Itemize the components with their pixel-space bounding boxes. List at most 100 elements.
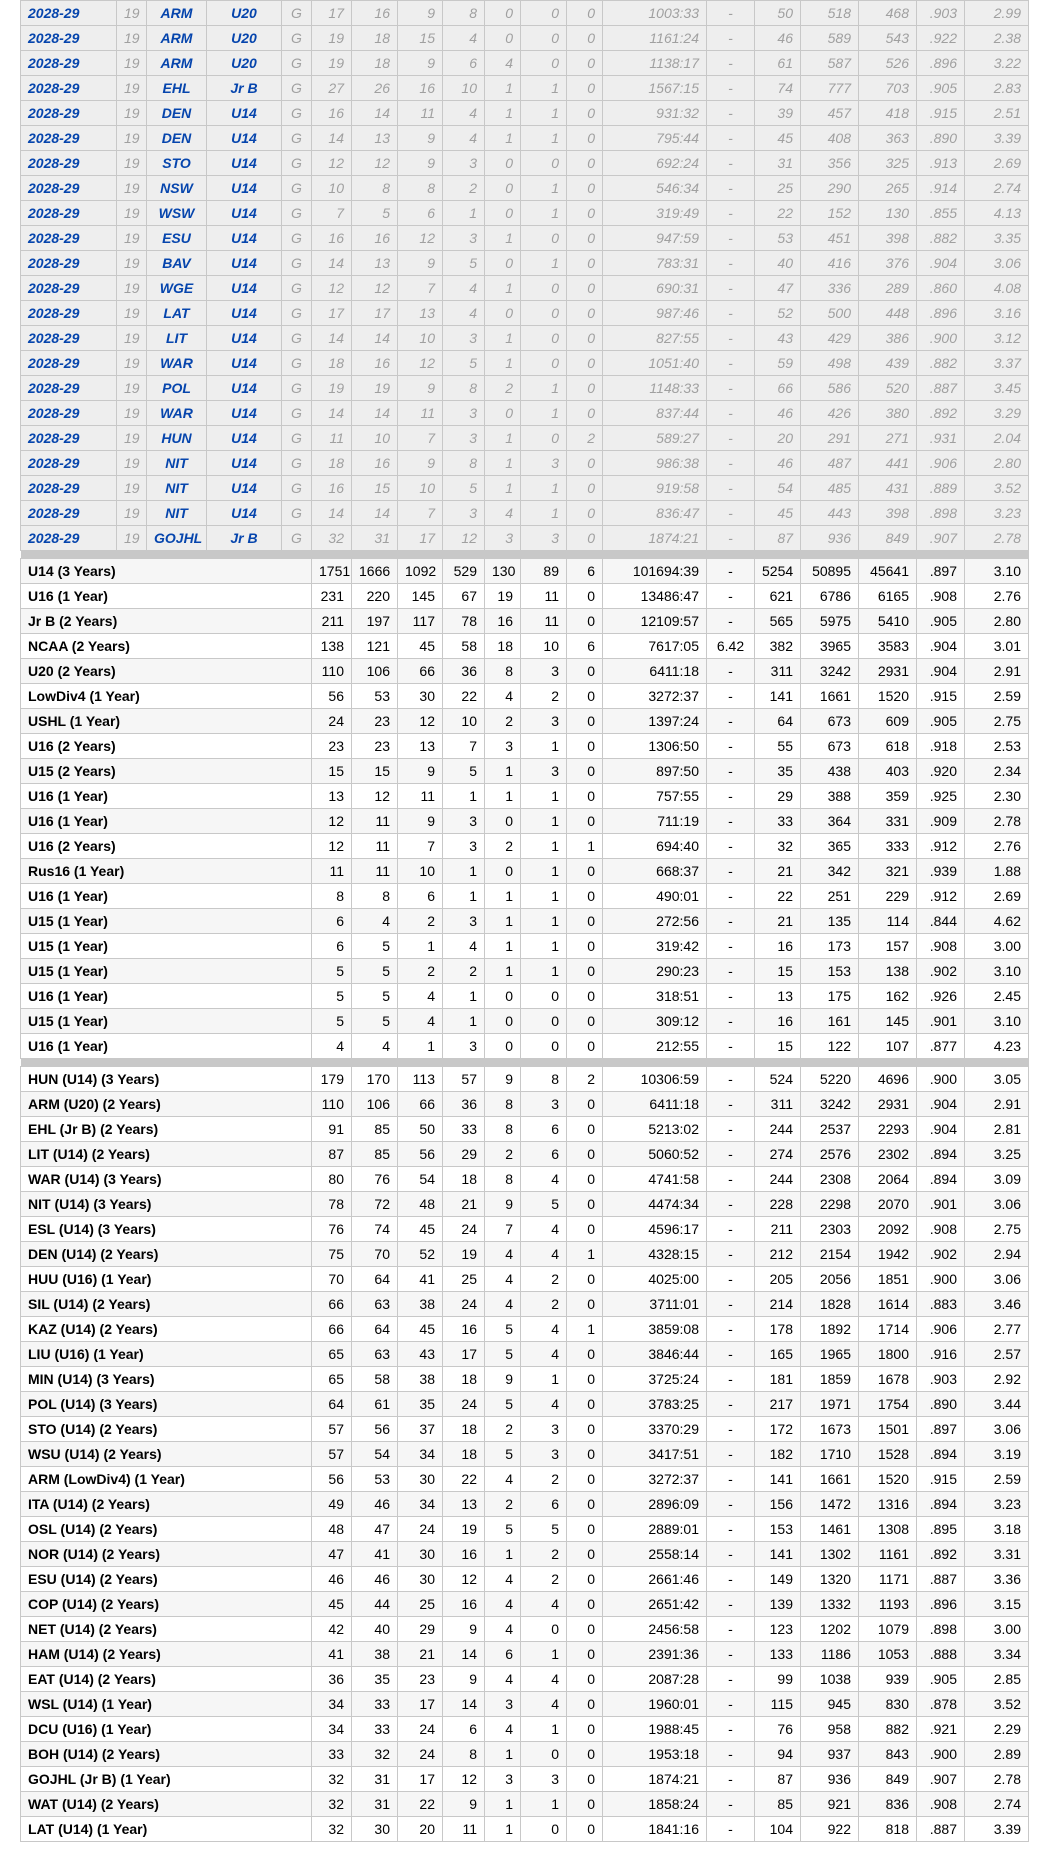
team-link[interactable]: STO: [146, 150, 207, 176]
ga-cell: 32: [754, 833, 801, 859]
sa-cell: 291: [800, 425, 859, 451]
team-link[interactable]: ARM: [146, 0, 207, 26]
season-cell[interactable]: 2028-29: [20, 425, 117, 451]
league-link[interactable]: U14: [206, 125, 282, 151]
gs-cell: 35: [351, 1666, 398, 1692]
league-link[interactable]: U14: [206, 150, 282, 176]
team-link[interactable]: LAT: [146, 300, 207, 326]
season-cell[interactable]: 2028-29: [20, 200, 117, 226]
season-cell[interactable]: 2028-29: [20, 475, 117, 501]
ga-cell: 214: [754, 1291, 801, 1317]
season-cell[interactable]: 2028-29: [20, 75, 117, 101]
league-total-row: U16 (1 Year) 8 8 6 1 1 1 0 490:01-22 251 229.912 2.…: [20, 883, 1029, 909]
season-cell[interactable]: 2028-29: [20, 225, 117, 251]
sa-cell: 1892: [800, 1316, 859, 1342]
sa-cell: 3242: [800, 1091, 859, 1117]
team-link[interactable]: EHL: [146, 75, 207, 101]
season-cell[interactable]: 2028-29: [20, 400, 117, 426]
team-link[interactable]: WGE: [146, 275, 207, 301]
wins-cell: 21: [397, 1641, 443, 1667]
sv-pct-cell: .877: [916, 1033, 965, 1059]
team-link[interactable]: DEN: [146, 125, 207, 151]
sv-pct-cell: .908: [916, 1216, 965, 1242]
season-cell[interactable]: 2028-29: [20, 325, 117, 351]
team-link[interactable]: POL: [146, 375, 207, 401]
gs-cell: 31: [351, 525, 398, 551]
league-link[interactable]: U14: [206, 325, 282, 351]
gp-cell: 33: [311, 1741, 352, 1767]
extra-cell: -: [706, 250, 755, 276]
season-cell[interactable]: 2028-29: [20, 275, 117, 301]
season-cell[interactable]: 2028-29: [20, 500, 117, 526]
total-label: U15 (1 Year): [20, 958, 312, 984]
team-link[interactable]: LIT: [146, 325, 207, 351]
season-cell[interactable]: 2028-29: [20, 25, 117, 51]
league-link[interactable]: U14: [206, 250, 282, 276]
ties-cell: 5: [520, 1516, 567, 1542]
season-cell[interactable]: 2028-29: [20, 250, 117, 276]
team-link[interactable]: NSW: [146, 175, 207, 201]
team-link[interactable]: ESU: [146, 225, 207, 251]
season-cell[interactable]: 2028-29: [20, 50, 117, 76]
saves-cell: 830: [858, 1691, 917, 1717]
league-link[interactable]: U14: [206, 375, 282, 401]
sa-cell: 1673: [800, 1416, 859, 1442]
team-link[interactable]: ARM: [146, 25, 207, 51]
league-link[interactable]: U14: [206, 275, 282, 301]
team-link[interactable]: NIT: [146, 475, 207, 501]
league-link[interactable]: U14: [206, 200, 282, 226]
gp-cell: 12: [311, 275, 352, 301]
season-cell[interactable]: 2028-29: [20, 0, 117, 26]
team-link[interactable]: NIT: [146, 450, 207, 476]
league-link[interactable]: U14: [206, 500, 282, 526]
ties-cell: 1: [520, 733, 567, 759]
league-link[interactable]: Jr B: [206, 75, 282, 101]
sv-pct-cell: .882: [916, 225, 965, 251]
team-link[interactable]: HUN: [146, 425, 207, 451]
league-link[interactable]: U14: [206, 400, 282, 426]
losses-cell: 1: [442, 783, 485, 809]
age-cell: 19: [116, 375, 147, 401]
ga-cell: 311: [754, 1091, 801, 1117]
league-link[interactable]: Jr B: [206, 525, 282, 551]
sv-pct-cell: .907: [916, 525, 965, 551]
sv-pct-cell: .882: [916, 350, 965, 376]
season-cell[interactable]: 2028-29: [20, 175, 117, 201]
league-link[interactable]: U14: [206, 350, 282, 376]
season-cell[interactable]: 2028-29: [20, 300, 117, 326]
league-link[interactable]: U14: [206, 225, 282, 251]
league-total-row: U15 (1 Year) 5 5 4 1 0 0 0 309:12-16 161 145.901 3.…: [20, 1008, 1029, 1034]
league-total-row: U15 (1 Year) 5 5 2 2 1 1 0 290:23-15 153 138.902 3.…: [20, 958, 1029, 984]
season-cell[interactable]: 2028-29: [20, 350, 117, 376]
team-link[interactable]: WAR: [146, 400, 207, 426]
league-link[interactable]: U20: [206, 0, 282, 26]
season-cell[interactable]: 2028-29: [20, 125, 117, 151]
team-link[interactable]: GOJHL: [146, 525, 207, 551]
league-link[interactable]: U14: [206, 475, 282, 501]
season-cell[interactable]: 2028-29: [20, 375, 117, 401]
league-link[interactable]: U14: [206, 450, 282, 476]
team-link[interactable]: NIT: [146, 500, 207, 526]
section-divider-team: [20, 1058, 1029, 1067]
team-link[interactable]: WAR: [146, 350, 207, 376]
team-link[interactable]: WSW: [146, 200, 207, 226]
season-cell[interactable]: 2028-29: [20, 450, 117, 476]
season-cell[interactable]: 2028-29: [20, 525, 117, 551]
league-link[interactable]: U14: [206, 425, 282, 451]
ties-cell: 3: [520, 1766, 567, 1792]
gaa-cell: 2.57: [964, 1341, 1029, 1367]
league-link[interactable]: U14: [206, 175, 282, 201]
season-cell[interactable]: 2028-29: [20, 100, 117, 126]
league-link[interactable]: U20: [206, 25, 282, 51]
team-link[interactable]: DEN: [146, 100, 207, 126]
saves-cell: 849: [858, 1766, 917, 1792]
sv-pct-cell: .901: [916, 1191, 965, 1217]
team-link[interactable]: BAV: [146, 250, 207, 276]
saves-cell: 45641: [858, 558, 917, 584]
league-link[interactable]: U14: [206, 300, 282, 326]
team-link[interactable]: ARM: [146, 50, 207, 76]
league-link[interactable]: U14: [206, 100, 282, 126]
season-cell[interactable]: 2028-29: [20, 150, 117, 176]
league-link[interactable]: U20: [206, 50, 282, 76]
gs-cell: 11: [351, 833, 398, 859]
